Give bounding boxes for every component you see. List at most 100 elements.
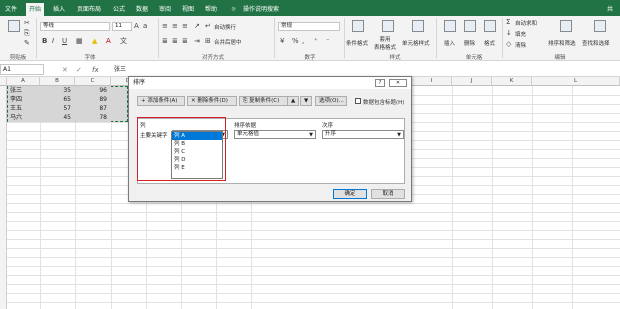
share-button[interactable]: 共 [604, 3, 616, 16]
find-select-button[interactable]: 查找和选择 [582, 39, 610, 47]
tell-me-search[interactable]: 操作说明搜索 [240, 3, 282, 16]
column-header[interactable]: L [532, 77, 620, 86]
align-right-icon[interactable]: ≣ [182, 37, 188, 45]
wrap-text-icon[interactable]: ↵ [205, 22, 211, 30]
autosum-icon[interactable]: Σ [506, 18, 510, 26]
cell-styles-button[interactable]: 单元格样式 [402, 39, 430, 47]
tab-review[interactable]: 审阅 [156, 3, 174, 16]
align-center-icon[interactable]: ≣ [172, 37, 178, 45]
delete-level-button[interactable]: ✕ 删除条件(D) [187, 96, 237, 106]
tab-help[interactable]: 帮助 [202, 3, 220, 16]
cancel-button[interactable]: 取消 [371, 189, 405, 199]
add-level-button[interactable]: + 添加条件(A) [137, 96, 185, 106]
clear-icon[interactable]: ◇ [506, 40, 511, 48]
font-shrink-icon[interactable]: a [143, 22, 147, 30]
font-color-icon[interactable]: A [106, 37, 111, 45]
paste-icon[interactable] [8, 20, 20, 32]
options-button[interactable]: 选项(O)... [315, 96, 347, 106]
insert-cells-button[interactable]: 插入 [444, 39, 455, 47]
table-cell[interactable]: 马六 [8, 113, 40, 122]
merge-icon[interactable]: ⊞ [205, 37, 211, 45]
tab-view[interactable]: 视图 [179, 3, 197, 16]
table-cell[interactable]: 李四 [8, 95, 40, 104]
number-format-select[interactable]: 常规 [278, 22, 340, 31]
column-header[interactable]: A [7, 77, 40, 86]
order-select[interactable]: 升序 ▼ [322, 130, 404, 139]
tab-formulas[interactable]: 公式 [110, 3, 128, 16]
format-as-table-button[interactable]: 套用 表格格式 [374, 35, 396, 51]
table-cell[interactable]: 89 [76, 95, 111, 104]
currency-icon[interactable]: ¥ [280, 37, 284, 45]
fill-icon[interactable]: ↓ [506, 29, 512, 37]
italic-icon[interactable]: I [52, 37, 54, 45]
font-size-select[interactable]: 11 [112, 22, 132, 31]
table-cell[interactable]: 96 [76, 86, 111, 95]
name-box[interactable]: A1 [0, 64, 44, 75]
autosum-button[interactable]: 自动求和 [515, 19, 537, 27]
format-painter-icon[interactable]: ✎ [24, 39, 30, 47]
comma-icon[interactable]: , [302, 37, 304, 45]
formula-input[interactable]: 张三 [110, 64, 620, 75]
confirm-entry-icon[interactable]: ✓ [76, 66, 82, 74]
tab-page-layout[interactable]: 页面布局 [74, 3, 104, 16]
table-cell[interactable]: 87 [76, 104, 111, 113]
table-cell[interactable]: 45 [41, 113, 75, 122]
delete-cells-button[interactable]: 删除 [464, 39, 475, 47]
move-up-button[interactable]: ▲ [287, 96, 299, 106]
format-cells-button[interactable]: 格式 [484, 39, 495, 47]
format-as-table-icon[interactable] [382, 20, 394, 32]
phonetic-icon[interactable]: 文 [120, 37, 127, 45]
delete-cells-icon[interactable] [464, 20, 476, 32]
decrease-decimal-icon[interactable]: ⁻ [326, 37, 330, 45]
table-cell[interactable]: 35 [41, 86, 75, 95]
font-grow-icon[interactable]: A [134, 22, 139, 30]
align-middle-icon[interactable]: ≡ [172, 22, 178, 30]
conditional-format-icon[interactable] [352, 20, 364, 32]
fill-color-icon[interactable]: ▲ [92, 37, 97, 45]
tab-insert[interactable]: 插入 [50, 3, 68, 16]
borders-icon[interactable]: ▦ [76, 37, 83, 45]
insert-function-icon[interactable]: fx [92, 66, 99, 74]
cancel-entry-icon[interactable]: ✕ [62, 66, 68, 74]
wrap-text-button[interactable]: 自动换行 [214, 23, 236, 31]
font-name-select[interactable]: 等线 [40, 22, 110, 31]
column-header[interactable]: K [492, 77, 532, 86]
sort-on-select[interactable]: 单元格值 ▼ [234, 130, 316, 139]
align-bottom-icon[interactable]: ≡ [182, 22, 188, 30]
sort-filter-button[interactable]: 排序和筛选 [548, 39, 576, 47]
cell-styles-icon[interactable] [412, 20, 424, 32]
sort-filter-icon[interactable] [560, 20, 572, 32]
insert-cells-icon[interactable] [444, 20, 456, 32]
select-all-corner[interactable] [0, 77, 7, 86]
merge-center-button[interactable]: 合并后居中 [214, 38, 242, 46]
table-cell[interactable]: 65 [41, 95, 75, 104]
column-header[interactable]: C [75, 77, 111, 86]
ok-button[interactable]: 确定 [333, 189, 367, 199]
tab-data[interactable]: 数据 [133, 3, 151, 16]
column-header[interactable]: J [452, 77, 492, 86]
percent-icon[interactable]: % [292, 37, 299, 45]
find-select-icon[interactable] [594, 20, 606, 32]
move-down-button[interactable]: ▼ [300, 96, 312, 106]
orientation-icon[interactable]: ↗ [194, 22, 200, 30]
help-button[interactable]: ? [375, 79, 385, 87]
has-header-checkbox[interactable] [355, 98, 361, 104]
tab-file[interactable]: 文件 [2, 3, 20, 16]
underline-icon[interactable]: U [62, 37, 67, 45]
copy-icon[interactable]: ⎘ [24, 29, 30, 37]
table-cell[interactable]: 王五 [8, 104, 40, 113]
table-cell[interactable]: 张三 [8, 86, 40, 95]
copy-level-button[interactable]: ⎘ 复制条件(C) [239, 96, 289, 106]
bold-icon[interactable]: B [42, 37, 47, 45]
row-header-strip[interactable] [0, 86, 7, 309]
align-top-icon[interactable]: ≡ [162, 22, 168, 30]
cut-icon[interactable]: ✂ [24, 19, 30, 27]
fill-button[interactable]: 填充 [515, 30, 526, 38]
clear-button[interactable]: 清除 [515, 41, 526, 49]
close-button[interactable]: ✕ [389, 79, 407, 87]
align-left-icon[interactable]: ≣ [162, 37, 168, 45]
table-cell[interactable]: 57 [41, 104, 75, 113]
conditional-format-button[interactable]: 条件格式 [346, 39, 368, 47]
increase-decimal-icon[interactable]: ⁺ [314, 37, 318, 45]
column-header[interactable]: I [412, 77, 452, 86]
